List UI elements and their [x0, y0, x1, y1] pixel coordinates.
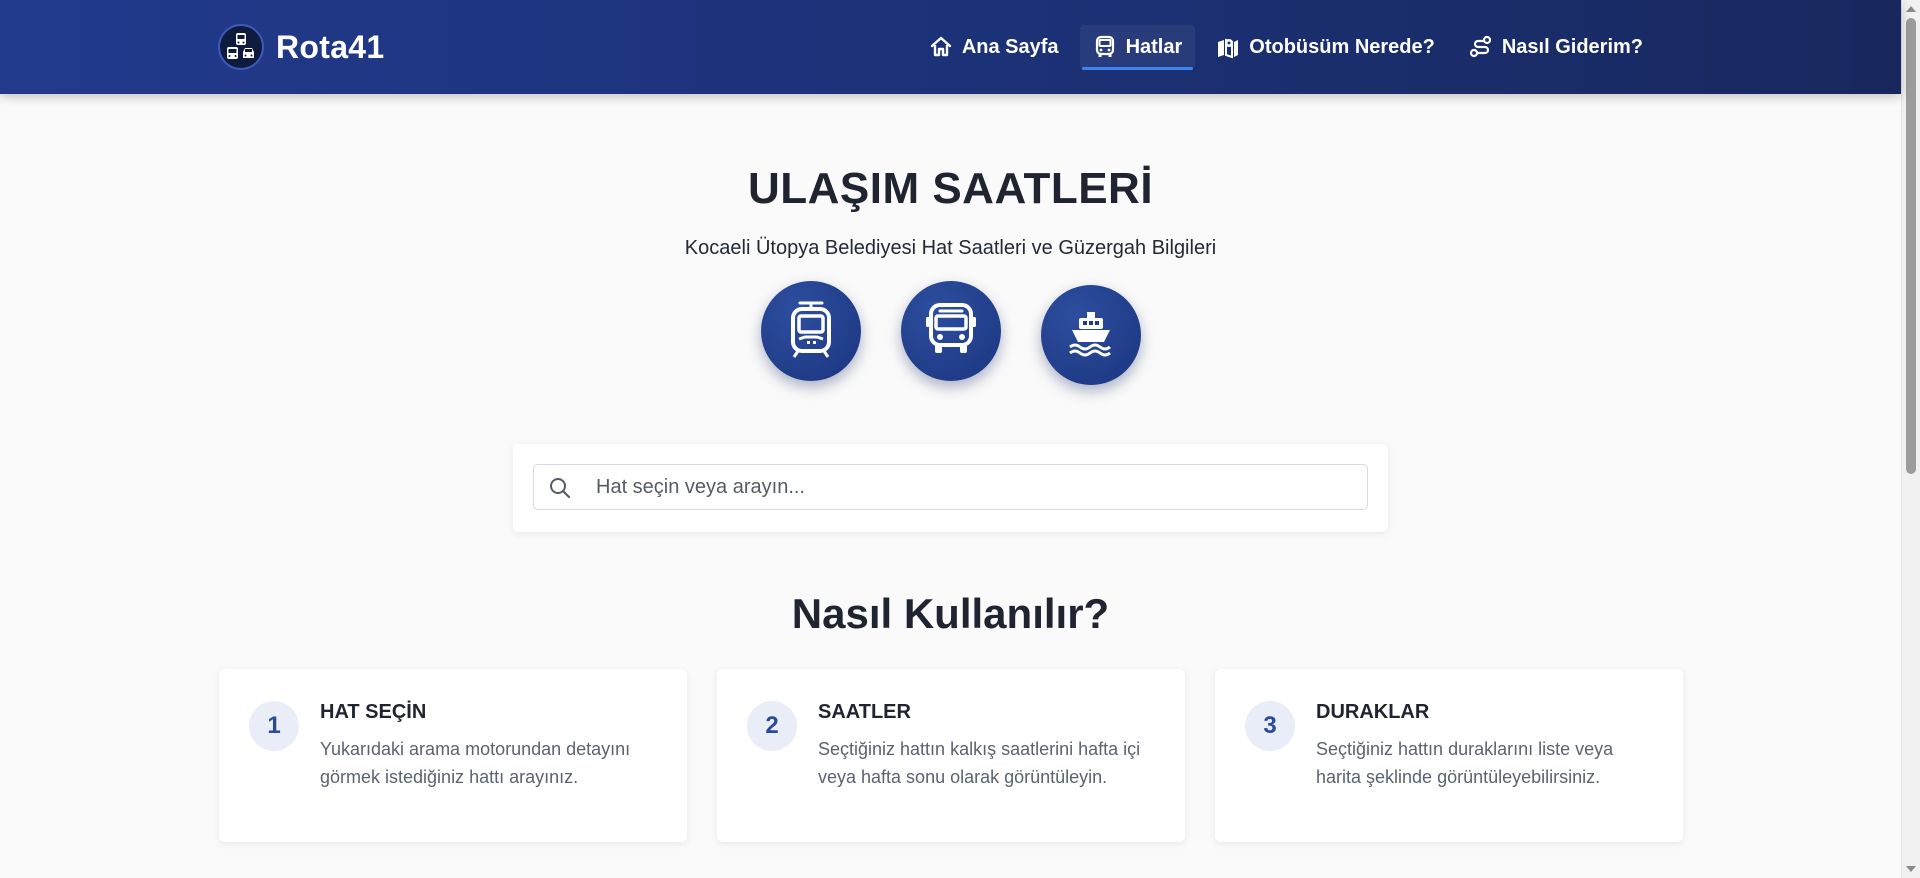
scroll-thumb[interactable] — [1906, 18, 1916, 474]
step-card: 2 SAATLER Seçtiğiniz hattın kalkış saatl… — [717, 669, 1185, 842]
step-title: DURAKLAR — [1316, 701, 1430, 723]
tram-icon — [784, 299, 838, 364]
page-scrollbar[interactable] — [1901, 0, 1920, 878]
step-title: HAT SEÇİN — [320, 701, 427, 723]
page-subtitle: Kocaeli Ütopya Belediyesi Hat Saatleri v… — [684, 237, 1217, 259]
ferry-icon — [1066, 308, 1116, 363]
nav-item-ana-sayfa[interactable]: Ana Sayfa — [916, 25, 1072, 69]
page-title: ULAŞIM SAATLERİ — [747, 164, 1154, 213]
bus-mode-button[interactable] — [900, 281, 1001, 381]
step-number-badge: 2 — [747, 701, 797, 751]
brand-name: Rota41 — [276, 28, 385, 65]
nav-item-hatlar[interactable]: Hatlar — [1079, 25, 1196, 70]
nav-item-label: Hatlar — [1125, 35, 1183, 58]
step-card: 3 DURAKLAR Seçtiğiniz hattın duraklarını… — [1215, 669, 1683, 842]
scroll-down-arrow-icon[interactable] — [1906, 866, 1916, 872]
step-description: Seçtiğiniz hattın kalkış saatlerini haft… — [818, 739, 1141, 787]
step-title: SAATLER — [818, 701, 911, 723]
step-description: Seçtiğiniz hattın duraklarını liste veya… — [1316, 739, 1614, 787]
step-card: 1 HAT SEÇİN Yukarıdaki arama motorundan … — [219, 669, 687, 842]
main-nav: Ana Sayfa Hatlar Otobüsüm Nerede? Nasıl … — [916, 22, 1656, 72]
bus-icon — [924, 301, 978, 362]
transport-mode-icons — [0, 281, 1901, 385]
nav-item-label: Ana Sayfa — [961, 35, 1059, 58]
route-icon — [1469, 35, 1493, 59]
map-location-icon — [1216, 35, 1240, 59]
nav-item-label: Otobüsüm Nerede? — [1249, 35, 1435, 58]
scroll-up-arrow-icon[interactable] — [1906, 6, 1916, 12]
tram-mode-button[interactable] — [760, 281, 861, 381]
step-number-badge: 1 — [249, 701, 299, 751]
search-box[interactable] — [533, 464, 1368, 510]
how-to-steps: 1 HAT SEÇİN Yukarıdaki arama motorundan … — [219, 669, 1683, 842]
nav-item-label: Nasıl Giderim? — [1501, 35, 1643, 58]
how-to-title: Nasıl Kullanılır? — [791, 590, 1110, 637]
bus-front-icon — [1093, 35, 1117, 59]
ferry-mode-button[interactable] — [1040, 285, 1141, 385]
line-search-input[interactable] — [596, 465, 1356, 509]
home-icon — [929, 35, 953, 59]
top-navbar: Rota41 Ana Sayfa Hatlar Otobüsüm Nerede?… — [0, 0, 1901, 94]
transit-vehicles-logo-icon — [218, 24, 264, 70]
nav-item-nasil-giderim[interactable]: Nasıl Giderim? — [1456, 25, 1656, 69]
nav-item-otobusum-nerede[interactable]: Otobüsüm Nerede? — [1203, 25, 1448, 69]
step-description: Yukarıdaki arama motorundan detayını gör… — [320, 739, 631, 787]
step-number-badge: 3 — [1245, 701, 1295, 751]
search-card — [513, 444, 1388, 532]
search-icon — [548, 476, 572, 500]
brand-link[interactable]: Rota41 — [218, 24, 385, 70]
